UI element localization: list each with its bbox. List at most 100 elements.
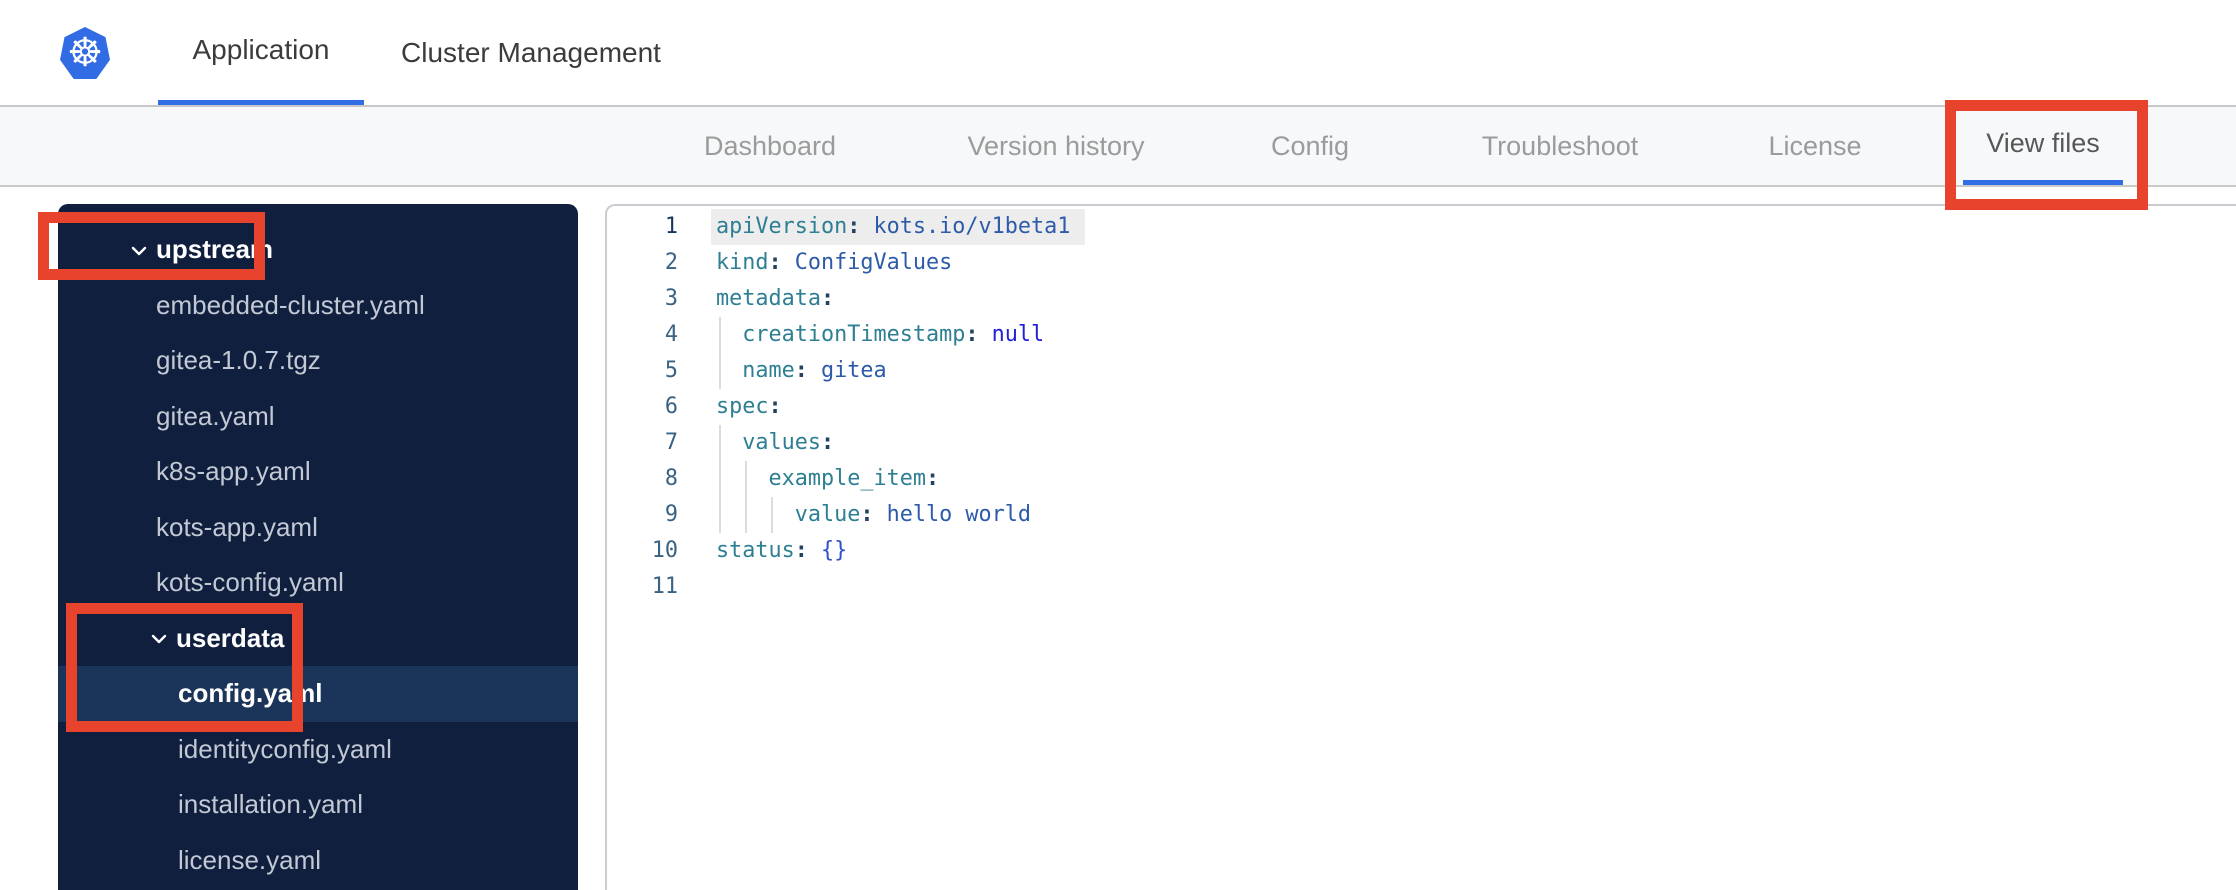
tree-file-kots-app-yaml[interactable]: kots-app.yaml (58, 500, 578, 556)
code-text: apiVersion: kots.io/v1beta1 (716, 209, 1070, 245)
file-viewer-editor[interactable]: 1 apiVersion: kots.io/v1beta1 2 kind: Confi… (605, 204, 2236, 890)
line-number: 8 (664, 466, 678, 491)
code-text: name: gitea (716, 353, 887, 389)
code-text: creationTimestamp: null (716, 317, 1044, 353)
tree-item-label: identityconfig.yaml (178, 733, 392, 764)
top-app-bar: ☸ Application Cluster Management (0, 0, 2236, 107)
line-number: 7 (664, 430, 678, 455)
code-line-5: 5 name: gitea (607, 353, 2236, 389)
token: : (847, 214, 861, 239)
topbar-tab-application[interactable]: Application (158, 0, 364, 105)
code-line-2: 2 kind: ConfigValues (607, 245, 2236, 281)
file-tree-panel: upstream embedded-cluster.yaml gitea-1.0.7… (58, 204, 578, 890)
subnav-tab-troubleshoot[interactable]: Troubleshoot (1478, 107, 1642, 185)
code-text: value: hello world (716, 497, 1031, 533)
app-subnav: Dashboard Version history Config Troublesho… (0, 107, 2236, 187)
tree-file-identityconfig-yaml[interactable]: identityconfig.yaml (58, 722, 578, 778)
token: ConfigValues (794, 250, 953, 275)
code-line-10: 10 status: {} (607, 533, 2236, 569)
chevron-down-icon (131, 246, 147, 256)
token: values (742, 430, 821, 455)
token: example_item (768, 466, 926, 491)
topbar-tab-cluster-management[interactable]: Cluster Management (396, 0, 666, 105)
token: hello world (886, 502, 1031, 527)
line-number: 4 (664, 322, 678, 347)
helm-wheel-glyph: ☸ (67, 30, 103, 76)
token: : (768, 394, 782, 419)
line-number: 1 (664, 214, 678, 239)
token: : (925, 466, 940, 491)
tree-item-label: kots-config.yaml (156, 567, 344, 598)
code-text: kind: ConfigValues (716, 245, 952, 281)
tree-file-config-yaml[interactable]: config.yaml (58, 666, 578, 722)
token: value (794, 502, 861, 527)
tree-file-gitea-yaml[interactable]: gitea.yaml (58, 389, 578, 445)
code-text: spec: (716, 389, 782, 425)
tree-item-label: license.yaml (178, 844, 322, 875)
code-line-1: 1 apiVersion: kots.io/v1beta1 (607, 209, 2236, 245)
token: : (794, 358, 808, 383)
tree-item-label: upstream (156, 234, 274, 265)
token: : (794, 538, 808, 563)
tree-item-label: k8s-app.yaml (156, 456, 311, 487)
code-line-6: 6 spec: (607, 389, 2236, 425)
subnav-tab-view-files[interactable]: View files (1963, 107, 2123, 185)
token: apiVersion (716, 214, 848, 239)
code-line-9: 9 value: hello world (607, 497, 2236, 533)
token: creationTimestamp (742, 322, 966, 347)
token: null (991, 322, 1045, 347)
code-text: status: {} (716, 533, 847, 569)
subnav-tab-dashboard[interactable]: Dashboard (695, 107, 845, 185)
token: : (820, 286, 835, 311)
tree-file-installation-yaml[interactable]: installation.yaml (58, 777, 578, 833)
line-number: 11 (651, 574, 678, 599)
tree-file-gitea-1-0-7-tgz[interactable]: gitea-1.0.7.tgz (58, 333, 578, 389)
kubernetes-helm-icon: ☸ (60, 27, 110, 79)
token: kots.io/v1beta1 (873, 214, 1071, 239)
tree-item-label: userdata (176, 622, 285, 653)
tree-file-k8s-app-yaml[interactable]: k8s-app.yaml (58, 444, 578, 500)
code-line-11: 11 (607, 569, 2236, 605)
code-line-3: 3 metadata: (607, 281, 2236, 317)
token: : (860, 502, 874, 527)
subnav-tab-version-history[interactable]: Version history (966, 107, 1146, 185)
line-number: 3 (664, 286, 678, 311)
tree-file-kots-config-yaml[interactable]: kots-config.yaml (58, 555, 578, 611)
tree-file-embedded-cluster-yaml[interactable]: embedded-cluster.yaml (58, 278, 578, 334)
tree-item-label: gitea.yaml (156, 400, 275, 431)
tree-folder-upstream[interactable]: upstream (58, 222, 578, 278)
tree-file-license-yaml[interactable]: license.yaml (58, 833, 578, 889)
token: spec (716, 394, 769, 419)
tree-item-label: embedded-cluster.yaml (156, 289, 425, 320)
line-number: 10 (651, 538, 678, 563)
token: : (965, 322, 979, 347)
token: name (742, 358, 795, 383)
code-text: values: (716, 425, 834, 461)
chevron-down-icon (151, 634, 167, 644)
subnav-tab-config[interactable]: Config (1250, 107, 1370, 185)
code-line-8: 8 example_item: (607, 461, 2236, 497)
code-text: metadata: (716, 281, 834, 317)
line-number: 2 (664, 250, 678, 275)
token: : (821, 430, 835, 455)
tree-folder-userdata[interactable]: userdata (58, 611, 578, 667)
token: gitea (821, 358, 887, 383)
line-number: 5 (664, 358, 678, 383)
subnav-tab-license[interactable]: License (1760, 107, 1870, 185)
code-line-4: 4 creationTimestamp: null (607, 317, 2236, 353)
code-line-7: 7 values: (607, 425, 2236, 461)
tree-item-label: config.yaml (178, 678, 323, 709)
tree-item-label: kots-app.yaml (156, 511, 318, 542)
token: : (768, 250, 782, 275)
